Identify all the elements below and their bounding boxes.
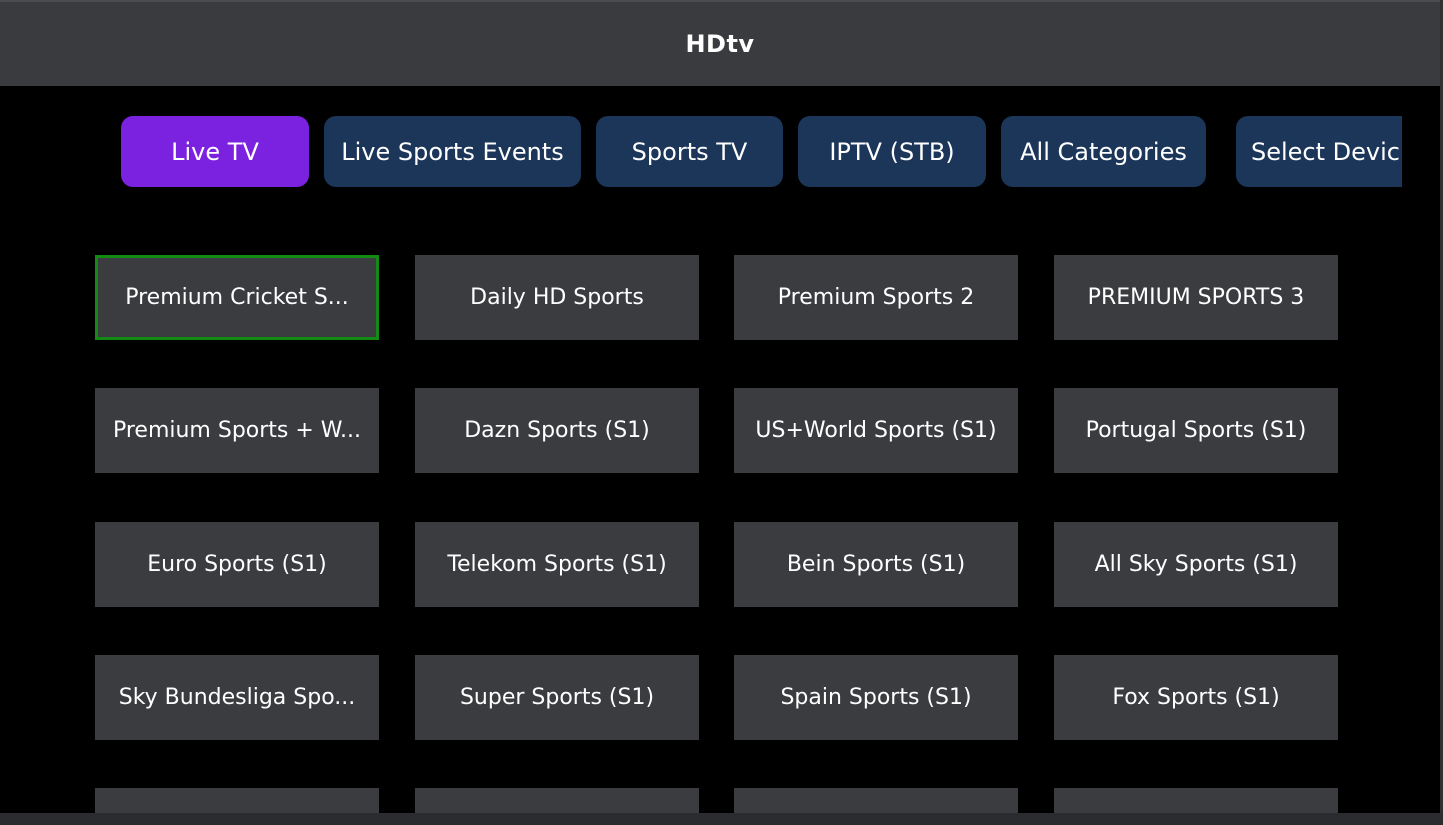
channel-label: PREMIUM SPORTS 3	[1087, 285, 1305, 310]
channel-tile-fox-sports[interactable]: Fox Sports (S1)	[1054, 655, 1338, 740]
tab-sports-tv[interactable]: Sports TV	[596, 116, 783, 187]
category-tab-strip[interactable]: Live TV Live Sports Events Sports TV IPT…	[121, 116, 1402, 187]
channel-tile-partial[interactable]	[415, 788, 699, 813]
channel-tile-premium-sports-world[interactable]: Premium Sports + W...	[95, 388, 379, 473]
channel-tile-telekom-sports[interactable]: Telekom Sports (S1)	[415, 522, 699, 607]
channel-tile-partial[interactable]	[1054, 788, 1338, 813]
channel-label: Daily HD Sports	[470, 285, 644, 310]
channel-label: Premium Cricket S...	[125, 285, 349, 310]
tab-label: Live TV	[171, 137, 259, 166]
channel-label: Portugal Sports (S1)	[1085, 418, 1307, 443]
window-bottom-edge	[0, 813, 1443, 825]
channel-label: Fox Sports (S1)	[1112, 685, 1280, 710]
channel-tile-super-sports[interactable]: Super Sports (S1)	[415, 655, 699, 740]
channel-label: Telekom Sports (S1)	[447, 552, 667, 577]
channel-tile-daily-hd-sports[interactable]: Daily HD Sports	[415, 255, 699, 340]
channel-tile-spain-sports[interactable]: Spain Sports (S1)	[734, 655, 1018, 740]
channel-tile-premium-cricket[interactable]: Premium Cricket S...	[95, 255, 379, 340]
title-bar: HDtv	[0, 0, 1440, 86]
channel-label: Super Sports (S1)	[459, 685, 655, 710]
channel-label: Bein Sports (S1)	[786, 552, 966, 577]
channel-label: Premium Sports 2	[777, 285, 975, 310]
channel-tile-premium-sports-2[interactable]: Premium Sports 2	[734, 255, 1018, 340]
tab-live-tv[interactable]: Live TV	[121, 116, 309, 187]
channel-tile-all-sky-sports[interactable]: All Sky Sports (S1)	[1054, 522, 1338, 607]
channel-label: Euro Sports (S1)	[147, 552, 327, 577]
channel-tile-portugal-sports[interactable]: Portugal Sports (S1)	[1054, 388, 1338, 473]
hdtv-app: HDtv Live TV Live Sports Events Sports T…	[0, 0, 1443, 825]
tab-iptv-stb[interactable]: IPTV (STB)	[798, 116, 986, 187]
channel-label: Premium Sports + W...	[112, 418, 362, 443]
tab-select-device[interactable]: Select Devic	[1236, 116, 1402, 187]
channel-label: All Sky Sports (S1)	[1094, 552, 1298, 577]
tab-label: IPTV (STB)	[829, 137, 955, 166]
channel-tile-us-world-sports[interactable]: US+World Sports (S1)	[734, 388, 1018, 473]
app-title: HDtv	[685, 30, 755, 58]
tab-label: Select Devic	[1251, 137, 1400, 166]
channel-label: Sky Bundesliga Spo...	[118, 685, 356, 710]
channel-tile-dazn-sports[interactable]: Dazn Sports (S1)	[415, 388, 699, 473]
tab-label: Live Sports Events	[341, 137, 564, 166]
channel-tile-bein-sports[interactable]: Bein Sports (S1)	[734, 522, 1018, 607]
channel-tile-euro-sports[interactable]: Euro Sports (S1)	[95, 522, 379, 607]
channel-tile-partial[interactable]	[734, 788, 1018, 813]
channel-tile-partial[interactable]	[95, 788, 379, 813]
tab-label: All Categories	[1020, 137, 1187, 166]
channel-tile-sky-bundesliga[interactable]: Sky Bundesliga Spo...	[95, 655, 379, 740]
channel-label: Spain Sports (S1)	[780, 685, 972, 710]
tab-label: Sports TV	[631, 137, 748, 166]
channel-label: Dazn Sports (S1)	[464, 418, 650, 443]
channel-tile-premium-sports-3[interactable]: PREMIUM SPORTS 3	[1054, 255, 1338, 340]
tab-live-sports-events[interactable]: Live Sports Events	[324, 116, 581, 187]
tab-all-categories[interactable]: All Categories	[1001, 116, 1206, 187]
channel-label: US+World Sports (S1)	[755, 418, 997, 443]
